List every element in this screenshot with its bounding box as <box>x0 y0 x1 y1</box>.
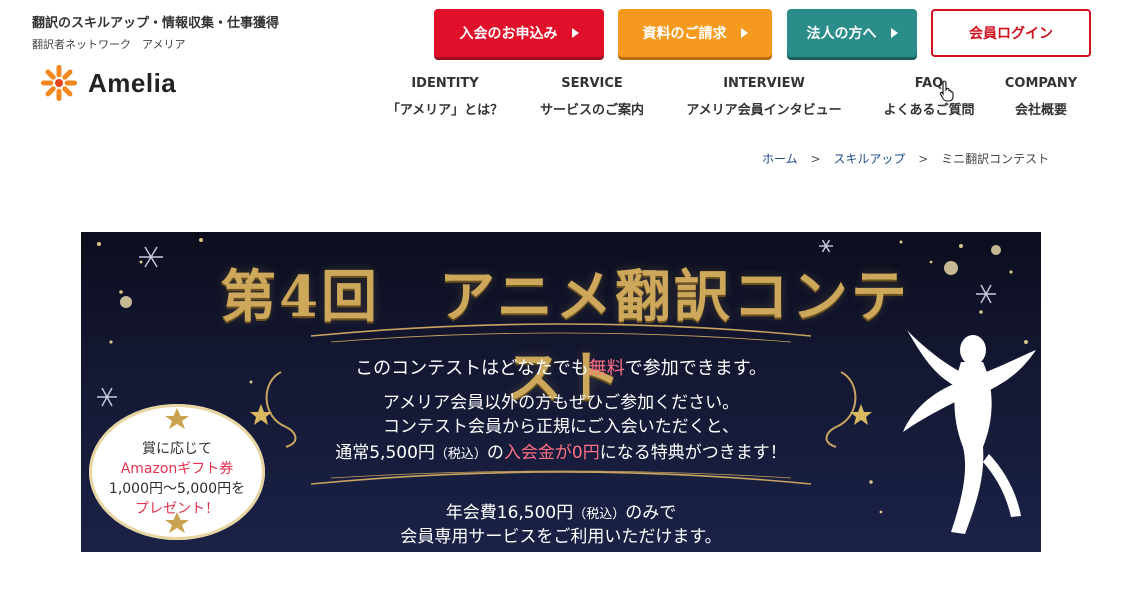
badge-line: 1,000円～5,000円を <box>108 481 246 497</box>
fee-zero-highlight: 入会金が0円 <box>503 443 600 463</box>
nav-item-ja-label: 「アメリア」とは？ <box>386 103 504 118</box>
sunburst-logo-icon <box>40 64 78 102</box>
nav-item-ja-label: サービスのご案内 <box>539 103 644 118</box>
badge-line: 賞に応じて <box>142 441 212 457</box>
banner-text: のみで <box>625 503 677 523</box>
nav-item-service[interactable]: SERVICE サービスのご案内 <box>528 76 656 118</box>
arrow-right-icon <box>571 28 579 38</box>
banner-text: このコンテストはどなたでも <box>355 358 589 379</box>
nav-item-en-label: SERVICE <box>561 76 623 91</box>
request-docs-button[interactable]: 資料のご請求 <box>618 9 772 57</box>
tagline: 翻訳のスキルアップ・情報収集・仕事獲得 <box>32 16 280 31</box>
free-highlight: 無料 <box>588 358 625 379</box>
prize-badge: 賞に応じて Amazonギフト券 1,000円～5,000円を プレゼント！ <box>89 404 265 540</box>
logo-text: Amelia <box>88 67 177 98</box>
banner-line-free: このコンテストはどなたでも無料で参加できます。 <box>81 354 1041 380</box>
breadcrumb-home-link[interactable]: ホーム <box>762 152 798 166</box>
tax-note: （税込） <box>434 447 487 462</box>
corporate-button[interactable]: 法人の方へ <box>787 9 917 57</box>
arrow-right-icon <box>890 28 898 38</box>
join-button[interactable]: 入会のお申込み <box>434 9 604 57</box>
logo-link[interactable]: Amelia <box>40 64 176 102</box>
corporate-button-label: 法人の方へ <box>806 26 877 42</box>
nav-item-interview[interactable]: INTERVIEW アメリア会員インタビュー <box>674 76 854 118</box>
breadcrumb-separator: > <box>810 152 821 166</box>
nav-item-ja-label: アメリア会員インタビュー <box>686 103 842 118</box>
request-docs-button-label: 資料のご請求 <box>642 26 727 42</box>
badge-line-present: プレゼント！ <box>135 501 219 517</box>
banner-text: になる特典がつきます！ <box>599 443 787 463</box>
breadcrumb-separator: > <box>918 152 929 166</box>
nav-item-en-label: INTERVIEW <box>723 76 805 91</box>
banner-text: で参加できます。 <box>624 358 767 379</box>
breadcrumb-skillup-link[interactable]: スキルアップ <box>833 152 905 166</box>
member-login-button[interactable]: 会員ログイン <box>931 9 1091 57</box>
tax-note: （税込） <box>573 507 626 522</box>
hand-pointer-cursor-icon <box>939 80 954 102</box>
breadcrumb: ホーム > スキルアップ > ミニ翻訳コンテスト <box>762 150 1049 167</box>
banner-text: の <box>486 443 504 463</box>
nav-item-ja-label: 会社概要 <box>1014 103 1067 118</box>
nav-item-en-label: FAQ <box>914 76 944 91</box>
arrow-right-icon <box>740 28 748 38</box>
subtagline: 翻訳者ネットワーク アメリア <box>32 38 186 51</box>
banner-text: 通常5,500円 <box>335 443 435 463</box>
nav-item-en-label: IDENTITY <box>411 76 479 91</box>
join-button-label: 入会のお申込み <box>459 26 558 42</box>
nav-item-ja-label: よくあるご質問 <box>883 103 975 118</box>
banner-text: 年会費16,500円 <box>445 503 574 523</box>
contest-banner: 第4回 アニメ翻訳コンテスト このコンテストはどなたでも無料で参加できます。 ア… <box>81 232 1041 552</box>
breadcrumb-current: ミニ翻訳コンテスト <box>941 152 1050 166</box>
nav-item-en-label: COMPANY <box>1004 76 1078 91</box>
member-login-button-label: 会員ログイン <box>969 26 1053 42</box>
nav-item-identity[interactable]: IDENTITY 「アメリア」とは？ <box>380 76 510 118</box>
nav-item-company[interactable]: COMPANY 会社概要 <box>1000 76 1082 118</box>
badge-line-gift: Amazonギフト券 <box>120 461 234 477</box>
nav-item-faq[interactable]: FAQ よくあるご質問 <box>870 76 988 118</box>
